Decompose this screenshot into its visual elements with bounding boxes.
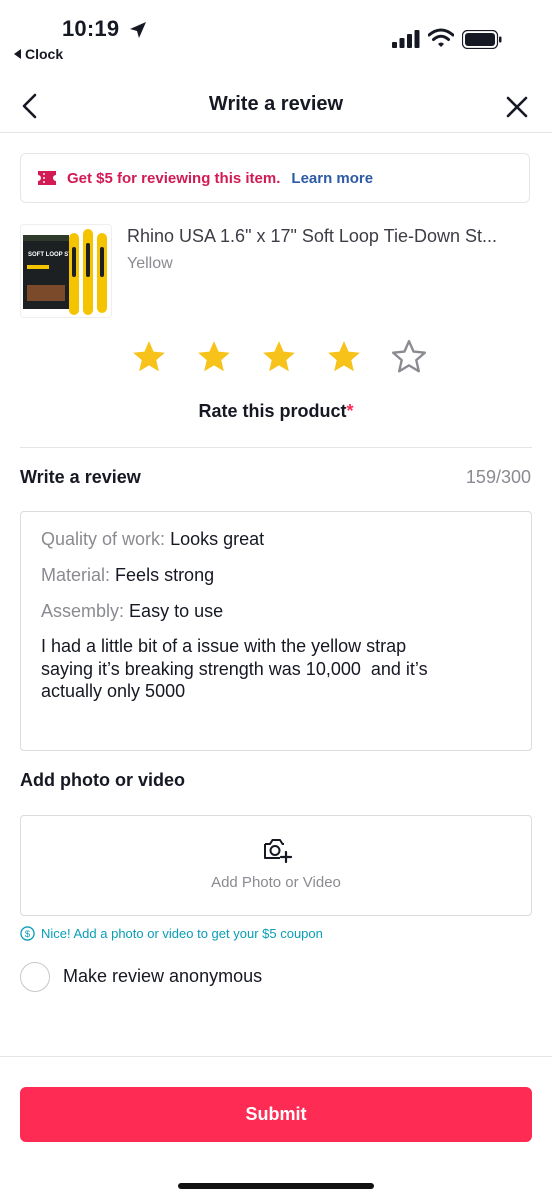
back-to-app-link[interactable]: Clock — [14, 46, 63, 62]
status-time: 10:19 — [62, 16, 120, 41]
review-field-quality: Quality of work: Looks great — [41, 527, 511, 551]
anonymous-checkbox[interactable] — [20, 962, 50, 992]
product-variant: Yellow — [127, 255, 173, 272]
required-mark: * — [346, 401, 354, 421]
character-count: 159/300 — [465, 467, 531, 487]
cellular-signal-icon — [392, 30, 420, 48]
review-field-value: Easy to use — [129, 601, 224, 621]
product-thumbnail[interactable]: SOFT LOOP STRAPS — [20, 224, 112, 318]
back-triangle-icon — [14, 49, 21, 59]
svg-text:$: $ — [25, 929, 31, 939]
review-field-value: Looks great — [170, 529, 265, 549]
star-3-icon[interactable] — [260, 338, 298, 376]
add-photo-video-text: Add Photo or Video — [211, 874, 341, 891]
location-arrow-icon — [130, 22, 146, 38]
promo-banner: Get $5 for reviewing this item. Learn mo… — [20, 153, 530, 203]
review-field-key: Quality of work: — [41, 529, 166, 549]
product-image: SOFT LOOP STRAPS — [21, 225, 111, 317]
write-review-label: Write a review — [20, 467, 141, 487]
promo-text: Get $5 for reviewing this item. — [67, 169, 281, 187]
product-title: Rhino USA 1.6" x 17" Soft Loop Tie-Down … — [127, 226, 497, 246]
review-textarea[interactable]: Quality of work: Looks great Material: F… — [20, 511, 532, 751]
review-body-text: I had a little bit of a issue with the y… — [41, 636, 428, 701]
close-icon[interactable] — [504, 94, 530, 120]
star-rating[interactable] — [130, 338, 428, 376]
home-indicator[interactable] — [178, 1183, 374, 1189]
thumb-label: SOFT LOOP STRAPS — [28, 252, 89, 258]
review-field-key: Assembly: — [41, 601, 125, 621]
wifi-icon — [428, 28, 454, 47]
star-5-icon[interactable] — [390, 338, 428, 376]
add-photo-video-button[interactable] — [20, 815, 532, 916]
coupon-hint: $ Nice! Add a photo or video to get your… — [20, 926, 323, 941]
review-field-assembly: Assembly: Easy to use — [41, 599, 511, 623]
footer-divider — [0, 1056, 552, 1057]
star-1-icon[interactable] — [130, 338, 168, 376]
star-2-icon[interactable] — [195, 338, 233, 376]
review-field-value: Feels strong — [115, 565, 215, 585]
camera-add-icon — [264, 839, 292, 864]
star-4-icon[interactable] — [325, 338, 363, 376]
coupon-ticket-icon — [38, 171, 56, 185]
submit-button[interactable]: Submit — [20, 1087, 532, 1142]
back-app-label: Clock — [25, 46, 64, 62]
add-media-label: Add photo or video — [20, 770, 185, 790]
anonymous-label[interactable]: Make review anonymous — [63, 966, 262, 987]
dollar-circle-icon: $ — [20, 926, 35, 941]
coupon-hint-text: Nice! Add a photo or video to get your $… — [41, 926, 323, 941]
page-title: Write a review — [208, 93, 344, 115]
battery-icon — [462, 30, 502, 49]
review-field-key: Material: — [41, 565, 111, 585]
rate-label-text: Rate this product — [198, 401, 347, 421]
review-field-material: Material: Feels strong — [41, 563, 511, 587]
rate-product-label: Rate this product* — [0, 401, 552, 422]
rating-divider — [20, 447, 532, 448]
header-divider — [0, 132, 552, 133]
learn-more-link[interactable]: Learn more — [291, 170, 373, 187]
